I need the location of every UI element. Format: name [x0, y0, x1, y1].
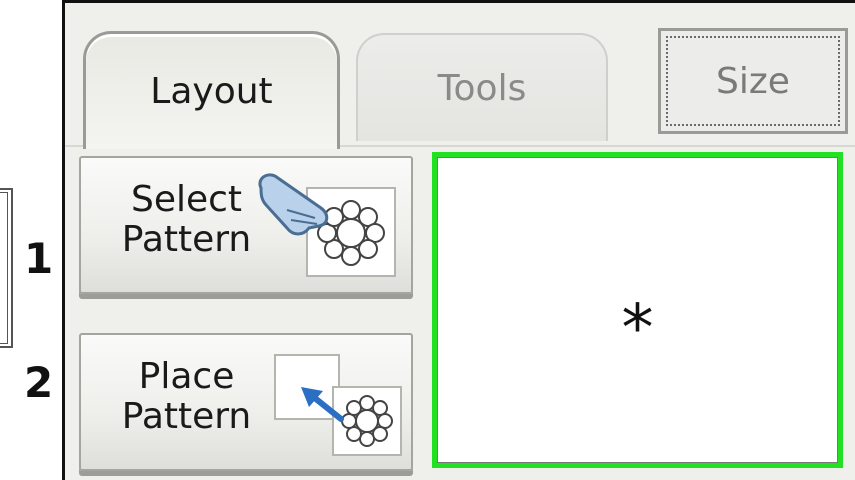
- tab-tools-label: Tools: [437, 67, 527, 109]
- step-bracket-inner: [0, 192, 8, 344]
- place-pattern-button[interactable]: Place Pattern: [79, 333, 413, 471]
- pattern-preview-area[interactable]: *: [432, 152, 843, 468]
- screen: 1 2 Layout Tools Size Select Pattern Pla…: [0, 0, 855, 480]
- step-number-2: 2: [24, 358, 54, 407]
- place-pattern-label-line2: Pattern: [121, 396, 252, 437]
- size-button-label: Size: [716, 60, 790, 102]
- select-pattern-button[interactable]: Select Pattern: [79, 156, 413, 294]
- hand-pointer-icon: [258, 173, 329, 236]
- place-pattern-label-line1: Place: [138, 356, 235, 397]
- control-panel: Layout Tools Size Select Pattern Place P…: [62, 0, 855, 480]
- tab-layout-label: Layout: [150, 71, 273, 112]
- select-pattern-icon: [258, 173, 396, 277]
- size-button[interactable]: Size: [658, 28, 848, 134]
- preview-center-marker: *: [621, 292, 654, 366]
- flower-pattern-icon: [306, 187, 396, 277]
- step-number-1: 1: [24, 234, 54, 283]
- place-pattern-icon: [274, 354, 402, 456]
- tab-layout[interactable]: Layout: [83, 31, 340, 149]
- tab-tools[interactable]: Tools: [356, 33, 608, 141]
- place-pattern-label: Place Pattern: [99, 357, 274, 437]
